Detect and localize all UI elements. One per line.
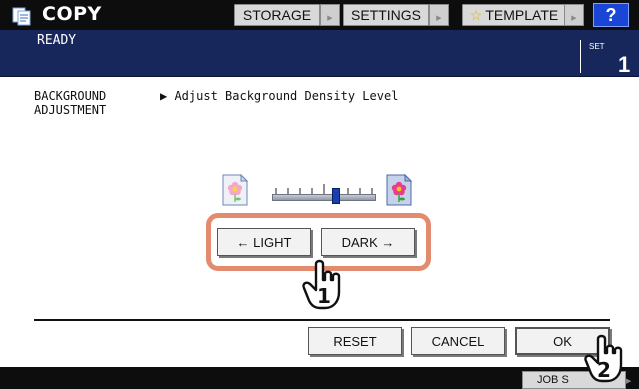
- top-bar: COPY STORAGE ▶ SETTINGS ▶ ☆ TEMPLATE ▶ ?: [0, 0, 639, 30]
- storage-button[interactable]: STORAGE: [234, 4, 320, 26]
- cancel-button[interactable]: CANCEL: [411, 327, 505, 355]
- hand-pointer-icon: 1: [298, 258, 354, 318]
- help-button[interactable]: ?: [593, 3, 629, 27]
- set-divider: [580, 40, 581, 73]
- density-slider[interactable]: [272, 184, 376, 204]
- density-knob[interactable]: [332, 188, 341, 204]
- function-description: ▶ Adjust Background Density Level: [160, 89, 399, 103]
- template-expand-icon[interactable]: ▶: [564, 4, 584, 26]
- set-label: SET: [589, 42, 605, 51]
- flower-dark-icon: [386, 173, 413, 206]
- density-scale: [275, 184, 373, 194]
- density-track: [272, 194, 376, 201]
- section-divider: [34, 319, 610, 321]
- settings-button[interactable]: SETTINGS: [343, 4, 429, 26]
- reset-button[interactable]: RESET: [308, 327, 402, 355]
- function-title: BACKGROUND ADJUSTMENT: [34, 89, 144, 117]
- app-title: COPY: [42, 3, 102, 25]
- step-1-label: 1: [317, 284, 331, 308]
- hand-pointer-icon-2: 2: [582, 333, 636, 389]
- storage-expand-icon[interactable]: ▶: [320, 4, 340, 26]
- dark-button[interactable]: DARK →: [321, 228, 415, 256]
- settings-expand-icon[interactable]: ▶: [429, 4, 449, 26]
- light-button[interactable]: ← LIGHT: [217, 228, 311, 256]
- star-icon: ☆: [469, 6, 483, 23]
- step-2-label: 2: [597, 358, 611, 382]
- flower-light-icon: [222, 173, 249, 206]
- set-count: 1: [618, 52, 631, 77]
- template-button[interactable]: ☆ TEMPLATE: [462, 4, 566, 26]
- status-bar: READY: [0, 30, 639, 77]
- copier-icon: [10, 6, 34, 26]
- function-title-line2: ADJUSTMENT: [34, 103, 107, 117]
- function-title-line1: BACKGROUND: [34, 89, 107, 103]
- status-message: READY: [37, 33, 77, 48]
- template-label: TEMPLATE: [485, 7, 559, 23]
